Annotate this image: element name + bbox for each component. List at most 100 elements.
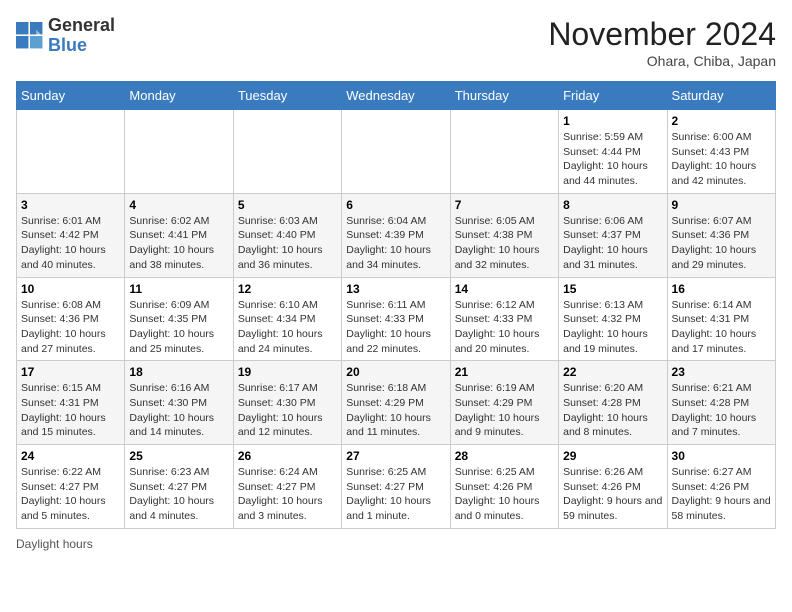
day-number: 7 <box>455 198 554 212</box>
day-number: 25 <box>129 449 228 463</box>
calendar-cell: 26Sunrise: 6:24 AMSunset: 4:27 PMDayligh… <box>233 445 341 529</box>
calendar-cell: 20 Sunrise: 6:18 AMSunset: 4:29 PMDayligh… <box>342 361 450 445</box>
day-info: Sunrise: 6:15 AMSunset: 4:31 PMDaylight:… <box>21 381 120 440</box>
day-number: 29 <box>563 449 662 463</box>
calendar-cell: 27 Sunrise: 6:25 AMSunset: 4:27 PMDayligh… <box>342 445 450 529</box>
calendar-week-row: 10 Sunrise: 6:08 AMSunset: 4:36 PMDayligh… <box>17 277 776 361</box>
calendar-cell: 19 Sunrise: 6:17 AMSunset: 4:30 PMDayligh… <box>233 361 341 445</box>
day-number: 22 <box>563 365 662 379</box>
day-number: 26 <box>238 449 337 463</box>
calendar-cell: 9 Sunrise: 6:07 AMSunset: 4:36 PMDaylight… <box>667 193 775 277</box>
day-number: 10 <box>21 282 120 296</box>
calendar-cell: 28 Sunrise: 6:25 AMSunset: 4:26 PMDayligh… <box>450 445 558 529</box>
day-info: Sunrise: 6:19 AMSunset: 4:29 PMDaylight:… <box>455 381 554 440</box>
day-info: Sunrise: 6:17 AMSunset: 4:30 PMDaylight:… <box>238 381 337 440</box>
day-number: 21 <box>455 365 554 379</box>
calendar-week-row: 17 Sunrise: 6:15 AMSunset: 4:31 PMDayligh… <box>17 361 776 445</box>
day-number: 14 <box>455 282 554 296</box>
month-title: November 2024 <box>548 16 776 53</box>
day-info: Sunrise: 6:26 AMSunset: 4:26 PMDaylight:… <box>563 465 662 524</box>
day-info: Sunrise: 6:25 AMSunset: 4:27 PMDaylight:… <box>346 465 445 524</box>
day-info: Sunrise: 6:04 AMSunset: 4:39 PMDaylight:… <box>346 214 445 273</box>
location: Ohara, Chiba, Japan <box>548 53 776 69</box>
logo-text: General Blue <box>48 16 115 56</box>
calendar-cell <box>450 110 558 194</box>
day-number: 3 <box>21 198 120 212</box>
day-number: 27 <box>346 449 445 463</box>
calendar-cell: 8Sunrise: 6:06 AMSunset: 4:37 PMDaylight… <box>559 193 667 277</box>
calendar-cell: 10 Sunrise: 6:08 AMSunset: 4:36 PMDayligh… <box>17 277 125 361</box>
day-info: Sunrise: 5:59 AMSunset: 4:44 PMDaylight:… <box>563 130 662 189</box>
day-info: Sunrise: 6:08 AMSunset: 4:36 PMDaylight:… <box>21 298 120 357</box>
calendar-cell: 21 Sunrise: 6:19 AMSunset: 4:29 PMDayligh… <box>450 361 558 445</box>
day-number: 15 <box>563 282 662 296</box>
calendar-week-row: 24 Sunrise: 6:22 AMSunset: 4:27 PMDayligh… <box>17 445 776 529</box>
day-number: 20 <box>346 365 445 379</box>
page-header: General Blue November 2024 Ohara, Chiba,… <box>16 16 776 69</box>
day-info: Sunrise: 6:22 AMSunset: 4:27 PMDaylight:… <box>21 465 120 524</box>
logo: General Blue <box>16 16 115 56</box>
calendar-cell: 2 Sunrise: 6:00 AMSunset: 4:43 PMDaylight… <box>667 110 775 194</box>
day-info: Sunrise: 6:11 AMSunset: 4:33 PMDaylight:… <box>346 298 445 357</box>
calendar-week-row: 3 Sunrise: 6:01 AMSunset: 4:42 PMDaylight… <box>17 193 776 277</box>
day-number: 9 <box>672 198 771 212</box>
calendar-cell: 24 Sunrise: 6:22 AMSunset: 4:27 PMDayligh… <box>17 445 125 529</box>
logo-blue: Blue <box>48 35 87 55</box>
general-blue-logo-icon <box>16 22 44 50</box>
calendar-cell: 14 Sunrise: 6:12 AMSunset: 4:33 PMDayligh… <box>450 277 558 361</box>
calendar-cell: 12Sunrise: 6:10 AMSunset: 4:34 PMDayligh… <box>233 277 341 361</box>
day-info: Sunrise: 6:00 AMSunset: 4:43 PMDaylight:… <box>672 130 771 189</box>
daylight-label: Daylight hours <box>16 537 93 551</box>
day-info: Sunrise: 6:14 AMSunset: 4:31 PMDaylight:… <box>672 298 771 357</box>
calendar-header-row: SundayMondayTuesdayWednesdayThursdayFrid… <box>17 82 776 110</box>
day-number: 18 <box>129 365 228 379</box>
calendar-cell: 22Sunrise: 6:20 AMSunset: 4:28 PMDayligh… <box>559 361 667 445</box>
day-info: Sunrise: 6:23 AMSunset: 4:27 PMDaylight:… <box>129 465 228 524</box>
footer: Daylight hours <box>16 537 776 551</box>
day-info: Sunrise: 6:12 AMSunset: 4:33 PMDaylight:… <box>455 298 554 357</box>
calendar-cell: 5 Sunrise: 6:03 AMSunset: 4:40 PMDaylight… <box>233 193 341 277</box>
logo-general: General <box>48 15 115 35</box>
calendar-dow-wednesday: Wednesday <box>342 82 450 110</box>
day-info: Sunrise: 6:09 AMSunset: 4:35 PMDaylight:… <box>129 298 228 357</box>
calendar-cell <box>125 110 233 194</box>
calendar-cell: 4Sunrise: 6:02 AMSunset: 4:41 PMDaylight… <box>125 193 233 277</box>
calendar-table: SundayMondayTuesdayWednesdayThursdayFrid… <box>16 81 776 529</box>
calendar-cell <box>342 110 450 194</box>
calendar-cell: 3 Sunrise: 6:01 AMSunset: 4:42 PMDaylight… <box>17 193 125 277</box>
day-number: 24 <box>21 449 120 463</box>
day-number: 23 <box>672 365 771 379</box>
calendar-cell: 29 Sunrise: 6:26 AMSunset: 4:26 PMDayligh… <box>559 445 667 529</box>
day-number: 19 <box>238 365 337 379</box>
day-number: 17 <box>21 365 120 379</box>
day-number: 11 <box>129 282 228 296</box>
day-info: Sunrise: 6:01 AMSunset: 4:42 PMDaylight:… <box>21 214 120 273</box>
day-number: 6 <box>346 198 445 212</box>
day-info: Sunrise: 6:16 AMSunset: 4:30 PMDaylight:… <box>129 381 228 440</box>
day-number: 2 <box>672 114 771 128</box>
day-info: Sunrise: 6:02 AMSunset: 4:41 PMDaylight:… <box>129 214 228 273</box>
day-number: 28 <box>455 449 554 463</box>
calendar-week-row: 1 Sunrise: 5:59 AMSunset: 4:44 PMDaylight… <box>17 110 776 194</box>
day-number: 13 <box>346 282 445 296</box>
day-info: Sunrise: 6:03 AMSunset: 4:40 PMDaylight:… <box>238 214 337 273</box>
day-info: Sunrise: 6:05 AMSunset: 4:38 PMDaylight:… <box>455 214 554 273</box>
day-info: Sunrise: 6:06 AMSunset: 4:37 PMDaylight:… <box>563 214 662 273</box>
day-number: 5 <box>238 198 337 212</box>
calendar-dow-sunday: Sunday <box>17 82 125 110</box>
day-info: Sunrise: 6:25 AMSunset: 4:26 PMDaylight:… <box>455 465 554 524</box>
day-info: Sunrise: 6:21 AMSunset: 4:28 PMDaylight:… <box>672 381 771 440</box>
title-block: November 2024 Ohara, Chiba, Japan <box>548 16 776 69</box>
day-number: 16 <box>672 282 771 296</box>
day-number: 1 <box>563 114 662 128</box>
day-info: Sunrise: 6:07 AMSunset: 4:36 PMDaylight:… <box>672 214 771 273</box>
calendar-cell: 23 Sunrise: 6:21 AMSunset: 4:28 PMDayligh… <box>667 361 775 445</box>
calendar-cell: 25 Sunrise: 6:23 AMSunset: 4:27 PMDayligh… <box>125 445 233 529</box>
calendar-cell: 13 Sunrise: 6:11 AMSunset: 4:33 PMDayligh… <box>342 277 450 361</box>
day-info: Sunrise: 6:18 AMSunset: 4:29 PMDaylight:… <box>346 381 445 440</box>
calendar-cell: 7 Sunrise: 6:05 AMSunset: 4:38 PMDaylight… <box>450 193 558 277</box>
calendar-cell: 6 Sunrise: 6:04 AMSunset: 4:39 PMDaylight… <box>342 193 450 277</box>
calendar-cell <box>233 110 341 194</box>
day-info: Sunrise: 6:10 AMSunset: 4:34 PMDaylight:… <box>238 298 337 357</box>
calendar-dow-saturday: Saturday <box>667 82 775 110</box>
